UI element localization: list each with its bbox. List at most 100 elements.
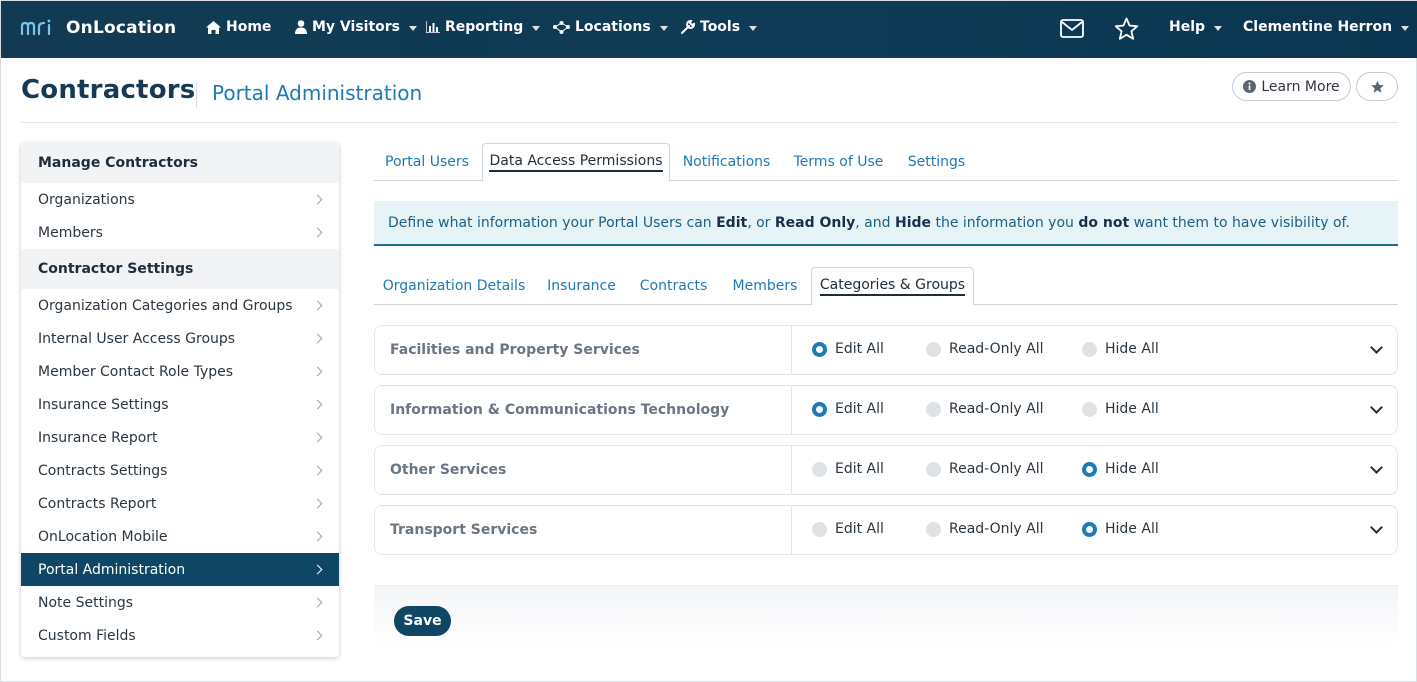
chevron-right-icon — [312, 531, 323, 542]
sidebar-item-members[interactable]: Members — [21, 216, 339, 249]
sidebar-item-insurance-settings[interactable]: Insurance Settings — [21, 388, 339, 421]
nav-tools[interactable]: Tools — [681, 19, 758, 35]
radio-button[interactable] — [1082, 461, 1097, 477]
category-card: Information & Communications Technology … — [374, 385, 1398, 435]
chevron-right-icon — [312, 227, 323, 238]
radio-button[interactable] — [1082, 521, 1097, 537]
radio-button[interactable] — [812, 401, 827, 417]
subtab-organization-details[interactable]: Organization Details — [374, 267, 534, 305]
subtab-categories-groups[interactable]: Categories & Groups — [811, 267, 974, 306]
nav-home[interactable]: Home — [206, 19, 271, 35]
radio-read-only-all[interactable]: Read-Only All — [926, 341, 1044, 357]
chevron-right-icon — [312, 366, 323, 377]
radio-read-only-all[interactable]: Read-Only All — [926, 461, 1044, 477]
learn-more-button[interactable]: Learn More — [1232, 72, 1351, 101]
sidebar-item-portal-administration[interactable]: Portal Administration — [21, 553, 339, 586]
radio-edit-all[interactable]: Edit All — [812, 341, 884, 357]
sub-tabs: Organization Details Insurance Contracts… — [374, 267, 1398, 306]
user-menu[interactable]: Clementine Herron — [1243, 19, 1410, 35]
radio-label: Read-Only All — [949, 401, 1044, 417]
expand-chevron-icon[interactable] — [1370, 341, 1383, 354]
sidebar-item-insurance-report[interactable]: Insurance Report — [21, 421, 339, 454]
favorite-page-button[interactable] — [1356, 72, 1398, 101]
subtab-contracts[interactable]: Contracts — [630, 267, 717, 305]
category-name: Facilities and Property Services — [390, 342, 640, 358]
radio-hide-all[interactable]: Hide All — [1082, 461, 1159, 477]
sidebar-item-label: Portal Administration — [38, 561, 186, 578]
subtab-insurance[interactable]: Insurance — [537, 267, 626, 305]
sidebar-item-label: Organization Categories and Groups — [38, 297, 293, 314]
chevron-right-icon — [312, 300, 323, 311]
title-divider — [196, 81, 197, 108]
main-tabs: Portal Users Data Access Permissions Not… — [374, 143, 1398, 182]
radio-button[interactable] — [926, 341, 941, 357]
expand-chevron-icon[interactable] — [1370, 461, 1383, 474]
chevron-right-icon — [312, 399, 323, 410]
radio-button[interactable] — [926, 461, 941, 477]
sidebar-item-organizations[interactable]: Organizations — [21, 183, 339, 216]
sidebar-item-label: Insurance Report — [38, 429, 158, 446]
network-icon — [553, 20, 570, 34]
chevron-right-icon — [312, 630, 323, 641]
radio-edit-all[interactable]: Edit All — [812, 401, 884, 417]
tab-settings[interactable]: Settings — [898, 143, 975, 181]
sidebar-item-organization-categories[interactable]: Organization Categories and Groups — [21, 289, 339, 322]
sidebar-item-contracts-settings[interactable]: Contracts Settings — [21, 454, 339, 487]
radio-label: Read-Only All — [949, 461, 1044, 477]
radio-edit-all[interactable]: Edit All — [812, 521, 884, 537]
nav-my-visitors[interactable]: My Visitors — [295, 19, 417, 35]
nav-reporting[interactable]: Reporting — [426, 19, 541, 35]
chevron-down-icon — [532, 25, 541, 31]
tab-terms-of-use[interactable]: Terms of Use — [785, 143, 892, 181]
subtab-members[interactable]: Members — [721, 267, 809, 305]
banner-emphasis: do not — [1078, 214, 1130, 231]
sidebar-item-contracts-report[interactable]: Contracts Report — [21, 487, 339, 520]
radio-button[interactable] — [1082, 401, 1097, 417]
tab-label: Organization Details — [382, 278, 526, 294]
sidebar-item-onlocation-mobile[interactable]: OnLocation Mobile — [21, 520, 339, 553]
sidebar-item-internal-user-access-groups[interactable]: Internal User Access Groups — [21, 322, 339, 355]
radio-button[interactable] — [812, 521, 827, 537]
tab-notifications[interactable]: Notifications — [674, 143, 779, 181]
sidebar-item-member-contact-role-types[interactable]: Member Contact Role Types — [21, 355, 339, 388]
banner-text-part: , or — [747, 214, 775, 231]
radio-edit-all[interactable]: Edit All — [812, 461, 884, 477]
radio-hide-all[interactable]: Hide All — [1082, 521, 1159, 537]
category-card: Other Services Edit All Read-Only All Hi… — [374, 445, 1398, 495]
radio-button[interactable] — [812, 341, 827, 357]
sidebar-item-label: Insurance Settings — [38, 396, 169, 413]
save-button[interactable]: Save — [394, 606, 451, 636]
banner-text-part: Define what information your Portal User… — [388, 214, 717, 231]
tab-label: Portal Users — [385, 154, 469, 170]
sidebar-item-note-settings[interactable]: Note Settings — [21, 586, 339, 619]
tab-portal-users[interactable]: Portal Users — [374, 143, 480, 181]
user-name: Clementine Herron — [1243, 19, 1393, 35]
banner-text-part: the information you — [931, 214, 1079, 231]
chevron-right-icon — [312, 564, 323, 575]
sidebar-item-custom-fields[interactable]: Custom Fields — [21, 619, 339, 652]
radio-button[interactable] — [812, 461, 827, 477]
expand-chevron-icon[interactable] — [1370, 401, 1383, 414]
radio-label: Hide All — [1105, 461, 1159, 477]
star-icon — [1370, 80, 1384, 93]
favorites-button[interactable] — [1114, 17, 1139, 45]
radio-hide-all[interactable]: Hide All — [1082, 341, 1159, 357]
nav-locations[interactable]: Locations — [553, 19, 668, 35]
sidebar-item-label: Note Settings — [38, 594, 134, 611]
expand-chevron-icon[interactable] — [1370, 521, 1383, 534]
category-card: Facilities and Property Services Edit Al… — [374, 325, 1398, 375]
mail-button[interactable] — [1060, 19, 1084, 42]
radio-hide-all[interactable]: Hide All — [1082, 401, 1159, 417]
tab-label: Members — [732, 278, 798, 294]
nav-help[interactable]: Help — [1169, 19, 1223, 35]
radio-read-only-all[interactable]: Read-Only All — [926, 401, 1044, 417]
radio-button[interactable] — [926, 401, 941, 417]
radio-button[interactable] — [926, 521, 941, 537]
tab-data-access-permissions[interactable]: Data Access Permissions — [482, 143, 670, 182]
card-divider — [791, 446, 792, 494]
tab-label: Insurance — [547, 278, 616, 294]
brand-logo[interactable]: OnLocation — [20, 17, 176, 39]
radio-read-only-all[interactable]: Read-Only All — [926, 521, 1044, 537]
radio-button[interactable] — [1082, 341, 1097, 357]
banner-emphasis: Read Only — [774, 214, 856, 231]
